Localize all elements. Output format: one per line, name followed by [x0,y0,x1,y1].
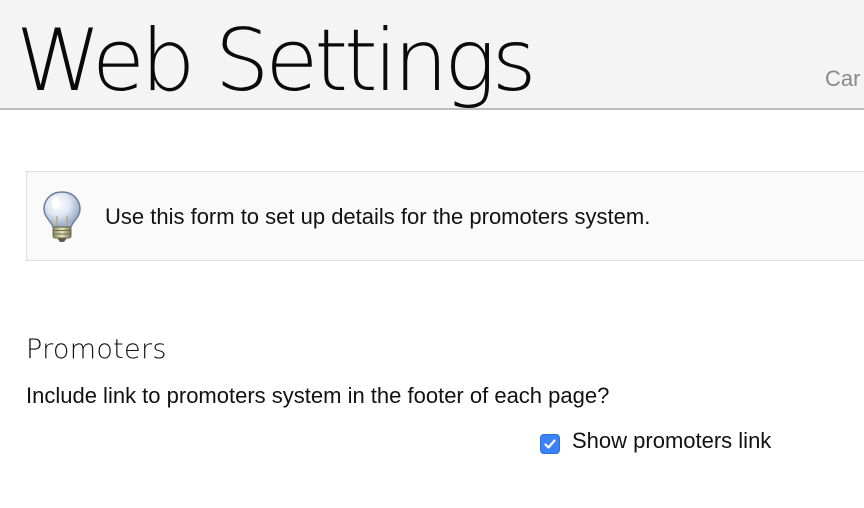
page-title: Web Settings [16,11,537,110]
show-promoters-checkbox[interactable] [540,434,560,454]
checkmark-icon [544,439,556,449]
info-panel: Use this form to set up details for the … [26,171,864,261]
section-heading-promoters: Promoters [26,334,167,365]
lightbulb-icon [41,190,83,244]
header-action-link[interactable]: Car [825,66,860,92]
promoters-question: Include link to promoters system in the … [26,383,610,408]
web-settings-page: Web Settings Car Use this form to set up… [0,0,864,508]
show-promoters-label: Show promoters link [572,428,772,453]
page-header: Web Settings Car [0,0,864,110]
info-message: Use this form to set up details for the … [105,204,651,229]
